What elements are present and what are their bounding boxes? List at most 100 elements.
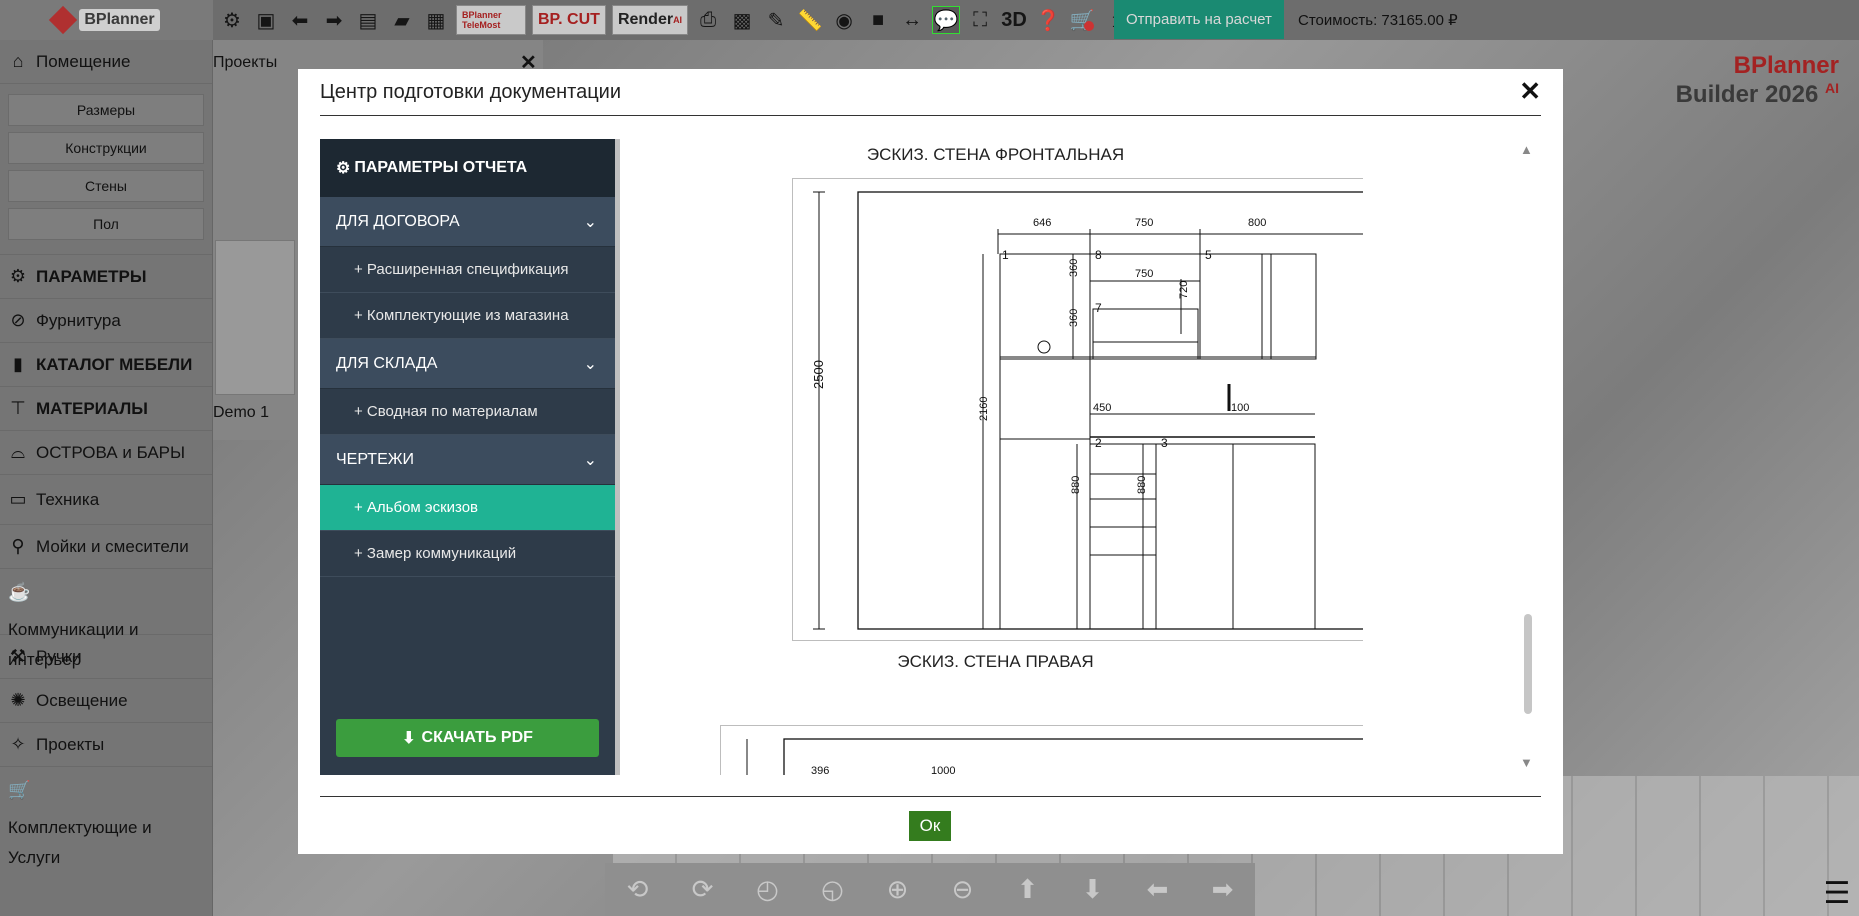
item-extended-spec[interactable]: + Расширенная спецификация <box>320 247 615 293</box>
sidebar-item-sinks[interactable]: ⚲ Мойки и смесители <box>0 525 212 569</box>
sidebar-item-lighting[interactable]: ✺ Освещение <box>0 679 212 723</box>
sidebar-item-furniture-catalog[interactable]: ▮ КАТАЛОГ МЕБЕЛИ <box>0 343 212 387</box>
projects-title: Проекты <box>213 54 278 71</box>
sidebar-item-islands[interactable]: ⌓ ОСТРОВА и БАРЫ <box>0 431 212 475</box>
zoom-in-icon[interactable]: ⊕ <box>880 872 916 908</box>
section-drawings-label: ЧЕРТЕЖИ <box>336 450 415 468</box>
front-wall-drawing: 2500 2160 646 750 800 750 360 360 720 45… <box>811 191 1363 630</box>
sidebar-catalog-label: КАТАЛОГ МЕБЕЛИ <box>36 354 193 374</box>
fullscreen-icon[interactable]: ⛶ <box>966 6 994 34</box>
sidebar-item-room[interactable]: ⌂ Помещение <box>0 40 212 84</box>
room-sub-dimensions[interactable]: Размеры <box>8 94 204 126</box>
pan-right-icon[interactable]: ➡ <box>1205 872 1241 908</box>
sidebar-item-appliances[interactable]: ▭ Техника <box>0 475 212 525</box>
open-folder-icon[interactable]: ▰ <box>388 6 416 34</box>
image-icon[interactable]: ▩ <box>728 6 756 34</box>
cost-label: Стоимость: 73165.00 ₽ <box>1298 11 1458 29</box>
item-materials-summary[interactable]: + Сводная по материалам <box>320 389 615 435</box>
list-menu-icon[interactable]: ☰ <box>1818 874 1856 912</box>
dim-880b: 880 <box>1136 476 1148 494</box>
paint-roller-icon: ⊤ <box>10 398 26 418</box>
dim-1000: 1000 <box>931 765 955 775</box>
faucet-icon: ⚲ <box>11 536 25 556</box>
ruler-icon[interactable]: 📏 <box>796 6 824 34</box>
tilt-down-icon[interactable]: ◵ <box>815 872 851 908</box>
pan-up-icon[interactable]: ⬆ <box>1010 872 1046 908</box>
rotate-left-icon[interactable]: ⟲ <box>620 872 656 908</box>
send-for-calculation-button[interactable]: Отправить на расчет <box>1114 0 1284 39</box>
view-3d-button[interactable]: 3D <box>1000 6 1028 34</box>
bpcut-button[interactable]: BP. CUT <box>532 5 606 35</box>
section-contract-label: ДЛЯ ДОГОВОРА <box>336 212 460 230</box>
sidebar-projects-label: Проекты <box>36 734 105 754</box>
section-contract[interactable]: ДЛЯ ДОГОВОРА ⌄ <box>320 197 615 247</box>
left-sidebar: ⌂ Помещение Размеры Конструкции Стены По… <box>0 40 213 916</box>
cabinet-7 <box>1092 308 1199 360</box>
ok-button[interactable]: Ок <box>909 811 951 841</box>
print-icon[interactable]: ⎙ <box>694 6 722 34</box>
room-sub-constructions[interactable]: Конструкции <box>8 132 204 164</box>
sidebar-item-hardware[interactable]: ⊘ Фурнитура <box>0 299 212 343</box>
cabinet-3 <box>1155 443 1234 630</box>
item-communications-measure[interactable]: + Замер коммуникаций <box>320 531 615 577</box>
help-icon[interactable]: ❓ <box>1034 6 1062 34</box>
island-icon: ⌓ <box>10 442 26 462</box>
sidebar-item-parameters[interactable]: ⚙ ПАРАМЕТРЫ <box>0 255 212 299</box>
sidebar-item-projects[interactable]: ✧ Проекты <box>0 723 212 767</box>
resize-horizontal-icon[interactable]: ↔ <box>898 6 926 34</box>
pan-left-icon[interactable]: ⬅ <box>1140 872 1176 908</box>
sidebar-item-components[interactable]: 🛒 Комплектующие и Услуги <box>0 767 212 867</box>
right-wall-drawing: 396 1000 <box>746 738 1363 775</box>
render-button[interactable]: Render AI <box>611 5 689 35</box>
toolbar-tools: ⚙ ▣ ⬅ ➡ ▤ ▰ ▦ BPlanner TeleMost BP. CUT … <box>218 0 1130 40</box>
download-pdf-button[interactable]: ⬇ СКАЧАТЬ PDF <box>336 719 599 757</box>
sidebar-islands-label: ОСТРОВА и БАРЫ <box>36 442 186 462</box>
dialog-title: Центр подготовки документации <box>320 81 622 103</box>
video-camera-icon[interactable]: ■ <box>864 6 892 34</box>
scroll-up-arrow-icon[interactable]: ▲ <box>1520 142 1533 157</box>
sketch2-title: ЭСКИЗ. СТЕНА ПРАВАЯ <box>897 652 1094 671</box>
app-root: BPlanner ⚙ ▣ ⬅ ➡ ▤ ▰ ▦ BPlanner TeleMost… <box>0 0 1859 916</box>
chevron-down-icon: ⌄ <box>583 213 597 231</box>
scroll-down-arrow-icon[interactable]: ▼ <box>1520 755 1533 770</box>
redo-arrow-icon[interactable]: ➡ <box>320 6 348 34</box>
cart-icon[interactable]: 🛒 <box>1068 6 1096 34</box>
pencil-icon[interactable]: ✎ <box>762 6 790 34</box>
cabinet-5 <box>1199 253 1263 360</box>
rotate-right-icon[interactable]: ⟳ <box>685 872 721 908</box>
new-file-icon[interactable]: ▤ <box>354 6 382 34</box>
monitor-icon: ▭ <box>9 489 27 509</box>
sidebar-item-materials[interactable]: ⊤ МАТЕРИАЛЫ <box>0 387 212 431</box>
dim-800: 800 <box>1248 217 1266 229</box>
item-sketch-album[interactable]: + Альбом эскизов <box>320 485 615 531</box>
dialog-close-icon[interactable]: ✕ <box>1519 76 1541 107</box>
app-logo[interactable]: BPlanner <box>0 0 213 40</box>
cart-badge <box>1084 21 1095 31</box>
zoom-out-icon[interactable]: ⊖ <box>945 872 981 908</box>
room-sub-walls[interactable]: Стены <box>8 170 204 202</box>
room-submenu: Размеры Конструкции Стены Пол <box>0 84 212 255</box>
sidebar-appliances-label: Техника <box>36 489 100 509</box>
section-warehouse[interactable]: ДЛЯ СКЛАДА ⌄ <box>320 339 615 389</box>
label-1: 1 <box>1002 248 1009 262</box>
sidebar-item-communications[interactable]: ☕ Коммуникации и интерьер <box>0 569 212 669</box>
undo-arrow-icon[interactable]: ⬅ <box>286 6 314 34</box>
project-demo-label[interactable]: Demo 1 <box>213 404 269 422</box>
project-thumbnail[interactable] <box>215 240 295 395</box>
calculator-icon[interactable]: ▣ <box>252 6 280 34</box>
settings-gear-icon[interactable]: ⚙ <box>218 6 246 34</box>
eye-icon[interactable]: ◉ <box>830 6 858 34</box>
tilt-up-icon[interactable]: ◴ <box>750 872 786 908</box>
pan-down-icon[interactable]: ⬇ <box>1075 872 1111 908</box>
label-5: 5 <box>1205 248 1212 262</box>
save-icon[interactable]: ▦ <box>422 6 450 34</box>
preview-scrollbar-thumb[interactable] <box>1524 614 1532 714</box>
top-toolbar: BPlanner ⚙ ▣ ⬅ ➡ ▤ ▰ ▦ BPlanner TeleMost… <box>0 0 1859 40</box>
cabinet-icon: ▮ <box>13 354 23 374</box>
comment-icon[interactable]: 💬 <box>932 6 961 34</box>
room-sub-floor[interactable]: Пол <box>8 208 204 240</box>
section-drawings[interactable]: ЧЕРТЕЖИ ⌄ <box>320 435 615 485</box>
telemost-button[interactable]: BPlanner TeleMost <box>456 5 526 35</box>
item-store-components[interactable]: + Комплектующие из магазина <box>320 293 615 339</box>
sketch-preview-area[interactable]: ЭСКИЗ. СТЕНА ФРОНТАЛЬНАЯ 2500 2160 646 7… <box>628 139 1363 775</box>
